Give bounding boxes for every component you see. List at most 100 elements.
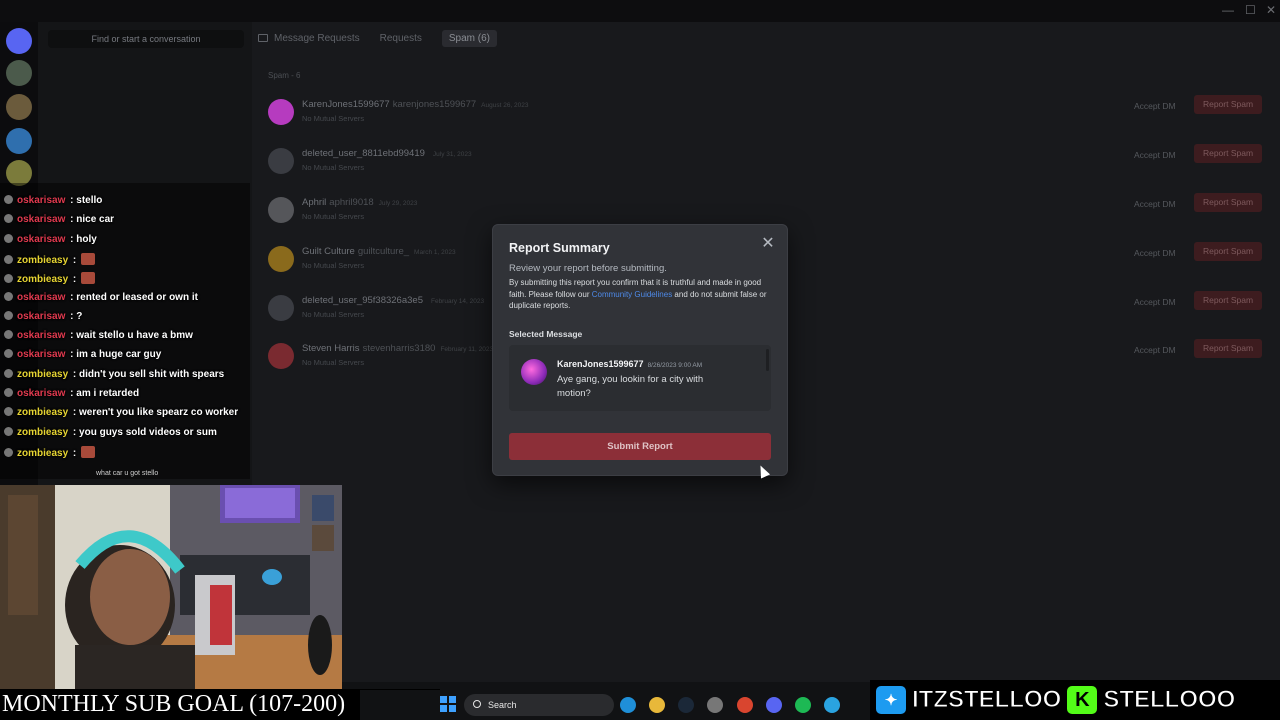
chat-message: zombieasy : bbox=[4, 252, 96, 272]
report-spam-button[interactable]: Report Spam bbox=[1194, 291, 1262, 310]
chat-separator: : bbox=[70, 447, 80, 459]
close-icon[interactable]: ✕ bbox=[759, 235, 777, 253]
close-window-icon[interactable]: ✕ bbox=[1266, 3, 1276, 17]
chat-separator: : bbox=[70, 274, 80, 286]
chat-separator: : bbox=[67, 310, 77, 322]
accept-dm-button[interactable]: Accept DM bbox=[1134, 150, 1176, 160]
settings-icon[interactable] bbox=[707, 697, 723, 713]
avatar bbox=[268, 148, 294, 174]
kick-handle: STELLOOO bbox=[1103, 686, 1236, 714]
spam-header: Spam - 6 bbox=[268, 71, 301, 80]
accept-dm-button[interactable]: Accept DM bbox=[1134, 101, 1176, 111]
request-name: Steven Harris stevenharris3180 February 11… bbox=[302, 343, 494, 354]
request-name: deleted_user_95f38326a3e5 February 14, 20… bbox=[302, 295, 485, 306]
tab-spam[interactable]: Spam (6) bbox=[441, 29, 497, 47]
webcam-feed bbox=[0, 485, 342, 690]
avatar bbox=[521, 359, 547, 385]
windows-start-icon[interactable] bbox=[440, 696, 456, 712]
report-spam-button[interactable]: Report Spam bbox=[1194, 339, 1262, 358]
report-spam-button[interactable]: Report Spam bbox=[1194, 144, 1262, 163]
report-spam-button[interactable]: Report Spam bbox=[1194, 193, 1262, 212]
chat-text: didn't you sell shit with spears bbox=[79, 368, 225, 380]
chat-text: am i retarded bbox=[76, 388, 140, 399]
steam-icon[interactable] bbox=[678, 697, 694, 713]
accept-dm-button[interactable]: Accept DM bbox=[1134, 248, 1176, 258]
request-name: KarenJones1599677 karenjones1599677 August… bbox=[302, 99, 529, 110]
chat-badge-icon bbox=[4, 254, 13, 264]
accept-dm-button[interactable]: Accept DM bbox=[1134, 297, 1176, 307]
maximize-icon[interactable]: ☐ bbox=[1245, 3, 1256, 17]
server-icon[interactable] bbox=[6, 60, 32, 86]
chat-username: zombieasy bbox=[17, 254, 69, 266]
chat-message: zombieasy : weren't you like spearz co w… bbox=[4, 407, 238, 426]
chat-username: zombieasy bbox=[17, 407, 69, 419]
request-username: guiltculture_ bbox=[357, 246, 410, 257]
chat-username: oskarisaw bbox=[17, 195, 66, 206]
request-name: Guilt Culture guiltculture_ March 1, 2023 bbox=[302, 246, 456, 257]
chat-text: rented or leased or own it bbox=[76, 291, 198, 303]
chat-text: wait stello u have a bmw bbox=[76, 330, 193, 342]
twitter-icon: ✦ bbox=[876, 686, 906, 714]
chat-separator: : bbox=[67, 349, 77, 361]
chat-separator: : bbox=[70, 426, 80, 438]
search-icon bbox=[473, 700, 481, 708]
chat-text: nice car bbox=[76, 214, 115, 226]
chat-username: oskarisaw bbox=[17, 214, 66, 226]
chat-text: you guys sold videos or sum bbox=[79, 426, 217, 438]
message-scrollbar[interactable] bbox=[766, 349, 769, 371]
chat-text: stello bbox=[76, 195, 103, 206]
telegram-icon[interactable] bbox=[824, 697, 840, 713]
chat-username: oskarisaw bbox=[17, 330, 66, 342]
chat-separator: : bbox=[70, 368, 80, 380]
request-date: February 11, 2023 bbox=[440, 346, 494, 353]
submit-report-button[interactable]: Submit Report bbox=[509, 433, 771, 460]
chrome-icon[interactable] bbox=[737, 697, 753, 713]
chat-message: oskarisaw : nice car bbox=[4, 214, 114, 233]
chat-message: oskarisaw : stello bbox=[4, 195, 102, 214]
tab-requests[interactable]: Requests bbox=[380, 33, 422, 44]
request-date: August 26, 2023 bbox=[481, 102, 529, 109]
kick-icon: K bbox=[1067, 686, 1098, 714]
mutual-servers: No Mutual Servers bbox=[302, 358, 365, 367]
chat-message: zombieasy : didn't you sell shit with sp… bbox=[4, 368, 225, 388]
windows-taskbar: Search bbox=[360, 690, 870, 720]
chat-badge-icon bbox=[4, 233, 13, 243]
home-icon[interactable] bbox=[6, 28, 32, 54]
request-row[interactable]: KarenJones1599677 karenjones1599677 August… bbox=[266, 92, 1266, 132]
tab-message-requests[interactable]: Message Requests bbox=[258, 33, 360, 44]
request-username: stevenharris3180 bbox=[362, 343, 436, 354]
server-icon[interactable] bbox=[6, 128, 32, 154]
minimize-icon[interactable]: — bbox=[1222, 3, 1234, 17]
request-row[interactable]: deleted_user_8811ebd99419 July 31, 2023 No… bbox=[266, 141, 1266, 181]
chat-text: im a huge car guy bbox=[76, 349, 162, 361]
file-explorer-icon[interactable] bbox=[649, 697, 665, 713]
chat-text: weren't you like spearz co worker bbox=[79, 407, 239, 419]
chat-badge-icon bbox=[4, 195, 13, 204]
mutual-servers: No Mutual Servers bbox=[302, 163, 365, 172]
mutual-servers: No Mutual Servers bbox=[302, 310, 365, 319]
report-spam-button[interactable]: Report Spam bbox=[1194, 242, 1262, 261]
taskbar-search[interactable]: Search bbox=[464, 694, 614, 716]
community-guidelines-link[interactable]: Community Guidelines bbox=[592, 290, 672, 299]
spotify-icon[interactable] bbox=[795, 697, 811, 713]
accept-dm-button[interactable]: Accept DM bbox=[1134, 199, 1176, 209]
chat-badge-icon bbox=[4, 388, 13, 397]
request-date: July 31, 2023 bbox=[432, 151, 472, 158]
chat-badge-icon bbox=[4, 330, 13, 340]
dm-search-input[interactable]: Find or start a conversation bbox=[48, 30, 244, 48]
report-spam-button[interactable]: Report Spam bbox=[1194, 95, 1262, 114]
edge-icon[interactable] bbox=[620, 697, 636, 713]
emote-icon bbox=[81, 272, 96, 285]
accept-dm-button[interactable]: Accept DM bbox=[1134, 345, 1176, 355]
chat-message: zombieasy : bbox=[4, 272, 96, 291]
pending-chat-message: what car u got stello bbox=[96, 470, 159, 477]
inbox-icon bbox=[258, 33, 268, 42]
chat-separator: : bbox=[70, 407, 80, 419]
request-date: July 29, 2023 bbox=[378, 200, 418, 207]
chat-message: oskarisaw : am i retarded bbox=[4, 388, 139, 407]
discord-icon[interactable] bbox=[766, 697, 782, 713]
chat-badge-icon bbox=[4, 368, 13, 378]
request-username: aphril9018 bbox=[329, 197, 374, 208]
stream-screen: — ☐ ✕ Find or start a conversation Messa… bbox=[0, 0, 1280, 720]
server-icon[interactable] bbox=[6, 94, 32, 120]
